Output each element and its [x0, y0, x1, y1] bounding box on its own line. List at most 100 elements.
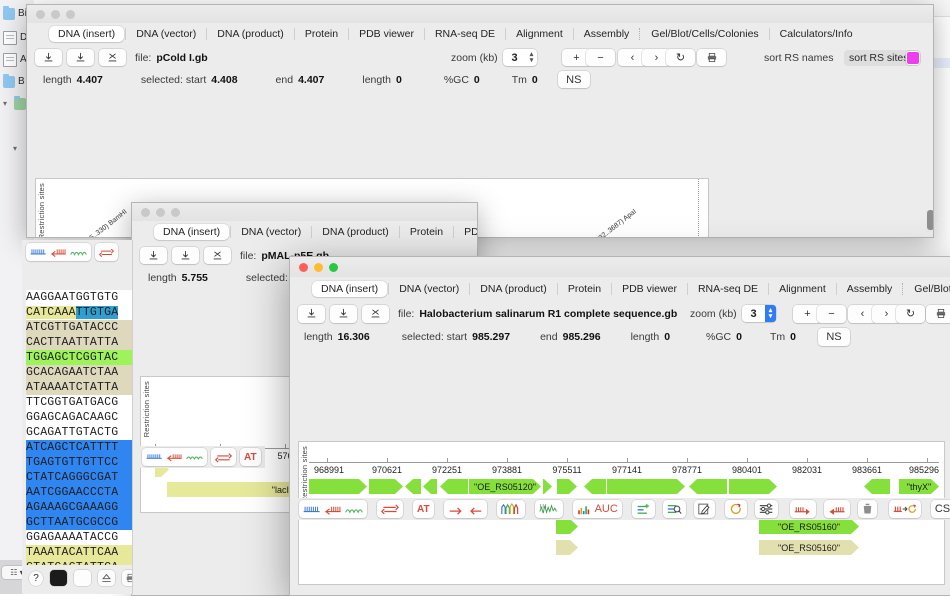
tabbar-pcold[interactable]: DNA (insert) DNA (vector) DNA (product) …: [27, 23, 933, 45]
zoom-window-button[interactable]: [171, 208, 180, 217]
feature-arrow[interactable]: [405, 479, 421, 494]
ns-button[interactable]: NS: [557, 71, 590, 88]
black-square-icon[interactable]: [50, 570, 68, 586]
tab-dna-vector[interactable]: DNA (vector): [127, 26, 205, 42]
sequence-list-left[interactable]: AAGGAATGGTGTG CATCAAATTGTGA ATCGTTGATACC…: [26, 290, 132, 585]
tab-alignment[interactable]: Alignment: [770, 281, 835, 297]
feature-oe-rs05160-top[interactable]: "OE_RS05160": [759, 519, 859, 534]
minimize-window-button[interactable]: [51, 10, 60, 19]
tab-alignment[interactable]: Alignment: [507, 26, 572, 42]
feature-arrow[interactable]: [864, 479, 890, 494]
feature-arrow[interactable]: [557, 479, 577, 494]
tab-dna-insert[interactable]: DNA (insert): [312, 280, 388, 297]
zoom-window-button[interactable]: [66, 10, 75, 19]
swap-strand-group[interactable]: [377, 500, 403, 518]
at-content-group[interactable]: AT: [240, 448, 261, 466]
tab-pdb-viewer[interactable]: PDB viewer: [455, 224, 477, 240]
add-feature-group[interactable]: [631, 500, 655, 518]
feature-arrow[interactable]: [584, 479, 606, 494]
sort-rs-names-button[interactable]: sort RS names: [764, 52, 833, 64]
window-controls-pcold[interactable]: [36, 10, 75, 19]
close-icon[interactable]: [99, 49, 126, 66]
feature-arrow[interactable]: [556, 519, 578, 534]
tab-protein[interactable]: Protein: [559, 281, 610, 297]
bottom-toolbar-left[interactable]: ?: [22, 565, 132, 591]
edit-feature-group[interactable]: [693, 500, 715, 518]
icon-toolbar-pmal[interactable]: AT: [138, 446, 265, 468]
titlebar-pcold[interactable]: [27, 5, 933, 23]
tab-pdb-viewer[interactable]: PDB viewer: [613, 281, 686, 297]
toolbar-pcold[interactable]: file: pCold I.gb zoom (kb) 3 ▴ ▾ + − ‹ › ↻…: [27, 45, 933, 70]
forward-seq-group[interactable]: [789, 500, 816, 518]
import-icon[interactable]: [140, 247, 167, 264]
trash-group[interactable]: [857, 500, 877, 518]
feature-arrow[interactable]: [556, 540, 578, 555]
chevron-down-icon[interactable]: ▾: [13, 144, 21, 153]
tab-dna-vector[interactable]: DNA (vector): [390, 281, 468, 297]
trace-group[interactable]: [534, 500, 563, 518]
feature-oe-rs05160-bottom[interactable]: "OE_RS05160": [759, 540, 859, 555]
window-halobacterium[interactable]: DNA (insert) DNA (vector) DNA (product) …: [289, 256, 950, 596]
feature-arrow[interactable]: [423, 479, 437, 494]
at-content-group[interactable]: AT: [413, 500, 434, 518]
settings-group[interactable]: [754, 500, 778, 518]
help-button[interactable]: ?: [29, 570, 44, 586]
reverse-seq-group[interactable]: [823, 500, 850, 518]
tab-gel-blot[interactable]: Gel/Blot/Cells/Colonies: [905, 281, 950, 297]
chromatogram-group[interactable]: [496, 500, 525, 518]
window-controls-pmal[interactable]: [141, 208, 180, 217]
swap-strand-group[interactable]: [211, 448, 236, 466]
tabbar-halobacterium[interactable]: DNA (insert) DNA (vector) DNA (product) …: [290, 277, 950, 300]
left-sequence-panel[interactable]: AAGGAATGGTGTG CATCAAATTGTGA ATCGTTGATACC…: [22, 240, 133, 594]
print-icon[interactable]: [926, 304, 950, 323]
icon-toolbar-left[interactable]: [22, 240, 132, 264]
tab-dna-product[interactable]: DNA (product): [313, 224, 398, 240]
close-window-button[interactable]: [299, 263, 308, 272]
feature-arrow[interactable]: [689, 479, 727, 494]
refresh-button[interactable]: ↻: [666, 49, 695, 66]
import-icon[interactable]: [35, 49, 62, 66]
feature-arrow[interactable]: [369, 479, 403, 494]
close-icon[interactable]: [362, 304, 389, 323]
feature-arrow[interactable]: [309, 479, 367, 494]
close-window-button[interactable]: [36, 10, 45, 19]
primer-probe-group[interactable]: [299, 500, 367, 518]
color-swatch[interactable]: [907, 51, 919, 64]
tab-dna-product[interactable]: DNA (product): [471, 281, 556, 297]
tab-rna-seq-de[interactable]: RNA-seq DE: [426, 26, 504, 42]
tab-dna-product[interactable]: DNA (product): [208, 26, 293, 42]
zoom-stepper[interactable]: 3 ▴ ▾: [742, 305, 776, 322]
window-controls-halobacterium[interactable]: [299, 263, 338, 272]
print-icon[interactable]: [697, 49, 726, 66]
toolbar-halobacterium[interactable]: file: Halobacterium salinarum R1 complet…: [290, 300, 950, 327]
download-icon[interactable]: [67, 49, 94, 66]
titlebar-halobacterium[interactable]: [290, 257, 950, 277]
find-feature-group[interactable]: [662, 500, 686, 518]
close-window-button[interactable]: [141, 208, 150, 217]
chevron-updown-icon[interactable]: ▴ ▾: [765, 305, 776, 322]
sort-rs-sites-button[interactable]: sort RS sites: [844, 49, 914, 66]
zoom-out-button[interactable]: −: [817, 304, 846, 323]
swap-strand-group[interactable]: [95, 243, 118, 261]
feature-arrow[interactable]: [543, 479, 552, 494]
linear-to-circular-group[interactable]: [888, 500, 921, 518]
tabbar-pmal[interactable]: DNA (insert) DNA (vector) DNA (product) …: [132, 221, 477, 243]
tab-pdb-viewer[interactable]: PDB viewer: [350, 26, 423, 42]
chevron-updown-icon[interactable]: ▴ ▾: [526, 49, 537, 66]
tab-dna-insert[interactable]: DNA (insert): [154, 224, 230, 240]
primer-probe-group[interactable]: [26, 243, 91, 261]
tab-rna-seq-de[interactable]: RNA-seq DE: [689, 281, 767, 297]
cs-group[interactable]: CS: [930, 500, 950, 518]
close-icon[interactable]: [204, 247, 231, 264]
tab-protein[interactable]: Protein: [296, 26, 347, 42]
tab-gel-blot[interactable]: Gel/Blot/Cells/Colonies: [642, 26, 767, 42]
minimize-window-button[interactable]: [156, 208, 165, 217]
tab-dna-vector[interactable]: DNA (vector): [232, 224, 310, 240]
tab-assembly[interactable]: Assembly: [838, 281, 902, 297]
titlebar-pmal[interactable]: [132, 203, 477, 221]
direction-arrows-group[interactable]: [443, 500, 487, 518]
feature-oe-rs05120-top[interactable]: "OE_RS05120": [469, 479, 541, 494]
feature-arrow[interactable]: [440, 479, 468, 494]
print-icon[interactable]: [122, 570, 132, 586]
circularize-group[interactable]: [724, 500, 747, 518]
